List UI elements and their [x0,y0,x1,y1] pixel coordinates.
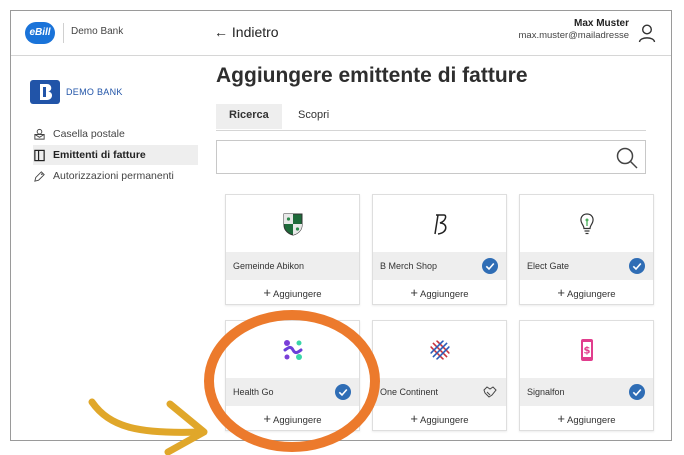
municipal-shield-icon [283,213,302,236]
sidebar-item-label: Casella postale [53,128,125,140]
sidebar-item-mailbox[interactable]: Casella postale [33,124,198,144]
add-button[interactable]: + Aggiungere [373,406,506,432]
issuer-card-one-continent: One Continent + Aggiungere [372,320,507,431]
page-title: Aggiungere emittente di fatture [216,64,528,87]
check-icon [482,258,498,274]
tab-bar: Ricerca Scopri [216,104,646,131]
demo-bank-logo-icon [30,80,60,104]
lightbulb-icon [579,212,594,234]
striped-globe-icon [429,339,450,360]
issuer-name: B Merch Shop [380,261,438,271]
issuer-card-signalfon: $ Signalfon + Aggiungere [519,320,654,431]
sidebar-item-standing-permissions[interactable]: Autorizzazioni permanenti [33,166,198,186]
mailbox-icon [34,128,45,140]
check-icon [629,384,645,400]
issuer-name: Gemeinde Abikon [233,261,305,271]
sidebar-brand: DEMO BANK [66,87,123,97]
add-button[interactable]: + Aggiungere [520,280,653,306]
issuer-card-health-go: Health Go + Aggiungere [225,320,360,431]
issuer-name: One Continent [380,387,439,397]
issuer-name: Health Go [233,387,274,397]
health-people-icon [283,339,302,360]
top-bar: eBill Demo Bank ← Indietro Max Muster ma… [11,11,671,56]
user-name: Max Muster [573,18,629,29]
phone-dollar-icon: $ [580,338,593,361]
issuer-card-b-merch-shop: B Merch Shop + Aggiungere [372,194,507,305]
sidebar-item-label: Emittenti di fatture [53,149,146,161]
user-info[interactable]: Max Muster max.muster@mailadresse [519,18,629,41]
add-button[interactable]: + Aggiungere [226,406,359,432]
check-icon [335,384,351,400]
issuer-name: Elect Gate [527,261,570,271]
sidebar: DEMO BANK Casella postale Emittenti di f… [11,56,201,440]
add-button[interactable]: + Aggiungere [226,280,359,306]
search-icon[interactable] [615,146,639,170]
topbar-divider [63,23,64,43]
handshake-icon [483,386,497,398]
user-email: max.muster@mailadresse [518,30,629,41]
tab-discover[interactable]: Scopri [298,104,329,129]
add-button[interactable]: + Aggiungere [520,406,653,432]
permission-tag-icon [34,170,45,182]
back-button[interactable]: ← Indietro [214,24,279,40]
search-input[interactable] [216,140,646,174]
invoice-issuer-icon [34,149,45,161]
b-letter-logo-icon [433,213,446,235]
sidebar-item-invoice-issuers[interactable]: Emittenti di fatture [33,145,198,165]
bank-name: Demo Bank [71,26,124,37]
check-icon [629,258,645,274]
user-icon[interactable] [637,23,657,43]
svg-text:$: $ [583,345,590,356]
sidebar-item-label: Autorizzazioni permanenti [53,170,174,182]
tab-search[interactable]: Ricerca [216,104,282,129]
issuer-card-gemeinde-abikon: Gemeinde Abikon + Aggiungere [225,194,360,305]
add-button[interactable]: + Aggiungere [373,280,506,306]
ebill-logo[interactable]: eBill [25,22,55,44]
issuer-name: Signalfon [527,387,565,397]
issuer-card-elect-gate: Elect Gate + Aggiungere [519,194,654,305]
